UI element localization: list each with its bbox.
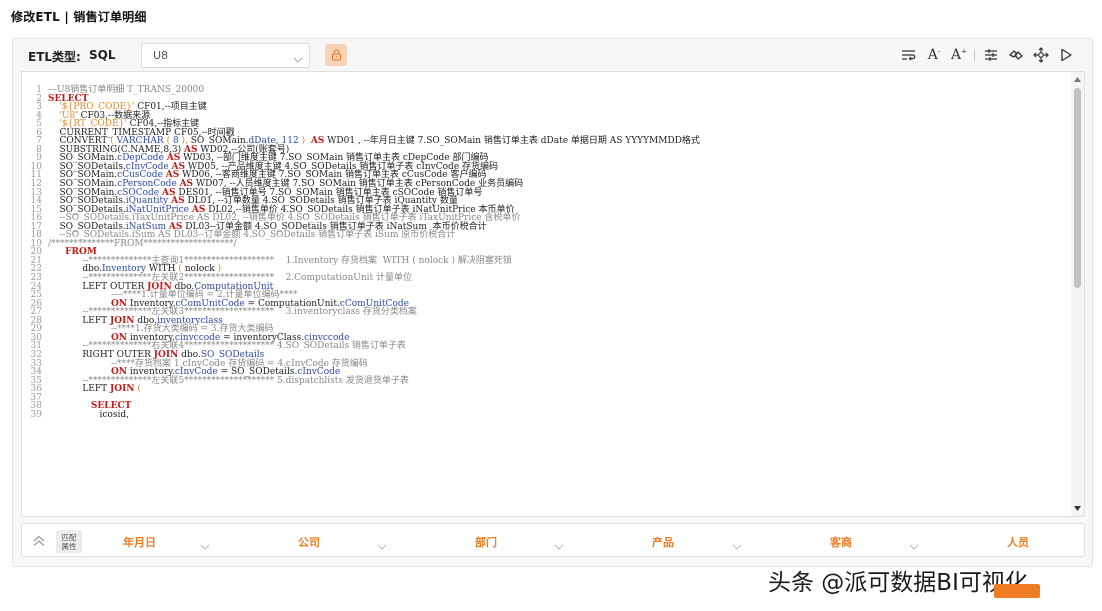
code-token: WD01 , --年月日主键 7.SO_SOMain 销售订单主表 dDate … (324, 136, 700, 147)
code-token: JOIN (110, 384, 135, 395)
code-line: 35 --**************左关联5*****************… (22, 376, 1070, 386)
scroll-down-icon[interactable] (1073, 504, 1082, 513)
dimension-customer[interactable]: 客商 (830, 534, 852, 549)
match-attributes-button[interactable]: 匹配 属性 (56, 530, 82, 553)
format-icon[interactable] (979, 45, 1003, 65)
match-label-1: 匹配 (61, 533, 77, 542)
wrap-lines-icon[interactable] (897, 45, 921, 65)
dimension-product[interactable]: 产品 (652, 534, 674, 549)
link-icon[interactable] (1004, 45, 1028, 65)
font-decrease-icon[interactable]: A- (922, 45, 946, 65)
watermark-badge (994, 584, 1040, 598)
lock-icon (331, 46, 342, 65)
sql-code-editor[interactable]: 1 —U8销售订单明细 T_TRANS_20000 2 SELECT 3 '${PRO_… (21, 71, 1085, 517)
chevron-up-icon[interactable] (31, 533, 47, 549)
scroll-up-icon[interactable] (1073, 75, 1082, 84)
dimension-department[interactable]: 部门 (475, 534, 497, 549)
code-token: LEFT (48, 384, 110, 395)
editor-scrollbar[interactable] (1071, 72, 1084, 516)
editor-toolbar: ETL类型: SQL U8 A- A+ (13, 39, 1092, 71)
code-line: 19/**************FROM*******************… (22, 239, 1070, 249)
run-icon[interactable] (1054, 45, 1078, 65)
watermark-text: 头条 @派可数据BI可视化 (768, 570, 1028, 596)
page-title: 修改ETL | 销售订单明细 (11, 10, 147, 24)
code-line: 1 —U8销售订单明细 T_TRANS_20000 (22, 86, 1070, 95)
chevron-down-icon[interactable] (909, 536, 919, 555)
sql-code: 1 —U8销售订单明细 T_TRANS_20000 2 SELECT 3 '${PRO_… (22, 86, 1070, 420)
code-token: icosid, (48, 409, 129, 420)
code-line: 37 (22, 393, 1070, 403)
font-increase-icon[interactable]: A+ (947, 45, 971, 65)
move-icon[interactable] (1029, 45, 1053, 65)
code-line: 36 LEFT JOIN ( (22, 385, 1070, 394)
datasource-select-value: U8 (153, 49, 169, 62)
chevron-down-icon[interactable] (554, 536, 564, 555)
toolbar-divider (974, 49, 975, 61)
etl-type-value: SQL (89, 48, 116, 62)
dimension-attribute-bar: 匹配 属性 年月日 公司 部门 产品 客商 人员 (21, 523, 1085, 557)
datasource-select[interactable]: U8 (141, 43, 310, 68)
chevron-down-icon[interactable] (200, 536, 210, 555)
chevron-down-icon[interactable] (377, 536, 387, 555)
line-number: 39 (30, 409, 42, 420)
etl-type-label: ETL类型: (28, 50, 81, 64)
dimension-company[interactable]: 公司 (298, 534, 320, 549)
dimension-date[interactable]: 年月日 (123, 534, 156, 549)
code-line: 3 '${PRO_CODE}' CF01,--项目主键 (22, 103, 1070, 112)
code-token: AS (310, 136, 325, 147)
chevron-down-icon (293, 50, 303, 69)
code-line: 38 SELECT (22, 402, 1070, 411)
code-line: 39 icosid, (22, 409, 1070, 420)
match-label-2: 属性 (61, 542, 77, 551)
code-token: ( (137, 384, 141, 395)
chevron-down-icon[interactable] (732, 536, 742, 555)
scrollbar-thumb[interactable] (1074, 88, 1081, 288)
etl-editor-panel: ETL类型: SQL U8 A- A+ 1 —U8销售订单明细 T_TRANS_… (12, 38, 1093, 567)
dimension-person[interactable]: 人员 (1007, 534, 1029, 549)
lock-button[interactable] (325, 44, 347, 66)
editor-tools: A- A+ (896, 45, 1078, 65)
